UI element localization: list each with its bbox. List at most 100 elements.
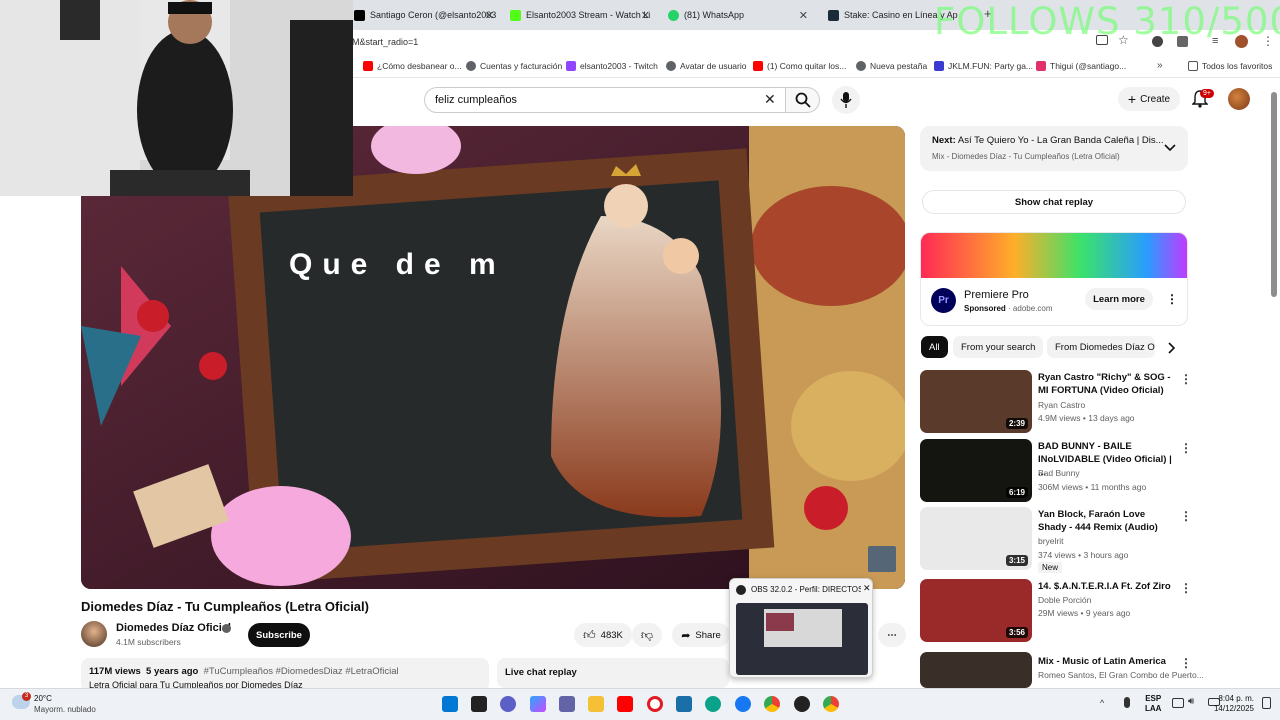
twitch-icon bbox=[566, 61, 576, 71]
dislike-button[interactable]: 👎︎ bbox=[632, 623, 662, 647]
microphone-tray-icon[interactable] bbox=[1124, 697, 1130, 708]
like-button[interactable]: 👍︎ 483K bbox=[574, 623, 632, 647]
video-title: Diomedes Díaz - Tu Cumpleaños (Letra Ofi… bbox=[81, 599, 369, 614]
youtube-app-icon[interactable] bbox=[617, 696, 633, 712]
learn-more-button[interactable]: Learn more bbox=[1085, 288, 1153, 310]
url-text[interactable]: M&start_radio=1 bbox=[352, 37, 418, 47]
teams-icon[interactable] bbox=[559, 696, 575, 712]
premiere-logo: Pr bbox=[931, 288, 956, 313]
instagram-icon bbox=[1036, 61, 1046, 71]
tab-santiago[interactable]: Santiago Ceron (@elsanto2003 ✕ bbox=[350, 4, 500, 26]
video-menu-icon[interactable]: ⋮ bbox=[1180, 656, 1192, 670]
ad-sponsor-line: Sponsored · adobe.com bbox=[964, 304, 1053, 313]
bookmark-item[interactable]: Thigui (@santiago... bbox=[1036, 61, 1126, 71]
recommended-title[interactable]: Yan Block, Faraón Love Shady - 444 Remix… bbox=[1038, 508, 1172, 534]
input-language[interactable]: ESP LAA bbox=[1145, 694, 1161, 714]
video-menu-icon[interactable]: ⋮ bbox=[1180, 441, 1192, 455]
video-thumbnail[interactable]: 2:39 bbox=[920, 370, 1032, 433]
ad-menu-icon[interactable]: ⋮ bbox=[1166, 292, 1178, 306]
video-stats: 117M views 5 years ago #TuCumpleaños #Di… bbox=[89, 666, 399, 677]
search-input[interactable]: feliz cumpleaños bbox=[424, 87, 786, 113]
video-menu-icon[interactable]: ⋮ bbox=[1180, 509, 1192, 523]
recommended-channel[interactable]: Bad Bunny bbox=[1038, 468, 1080, 478]
microphone-icon bbox=[840, 92, 852, 108]
kick-icon bbox=[510, 9, 521, 21]
video-thumbnail[interactable]: 3:56 bbox=[920, 579, 1032, 642]
chip-all[interactable]: All bbox=[921, 336, 948, 358]
weather-alert-badge: 3 bbox=[22, 692, 31, 701]
close-tab-icon[interactable]: ✕ bbox=[799, 9, 808, 22]
tab-whatsapp[interactable]: (81) WhatsApp ✕ bbox=[664, 4, 814, 26]
obs-preview-popup[interactable]: OBS 32.0.2 - Perfil: DIRECTOS KI... ✕ bbox=[729, 578, 873, 678]
more-icon: ⋯ bbox=[887, 629, 897, 641]
video-menu-icon[interactable]: ⋮ bbox=[1180, 372, 1192, 386]
webcam-overlay bbox=[0, 0, 353, 196]
chat-icon[interactable] bbox=[500, 696, 516, 712]
more-actions-button[interactable]: ⋯ bbox=[878, 623, 906, 647]
clear-search-icon[interactable]: ✕ bbox=[764, 91, 776, 108]
windows-taskbar bbox=[0, 688, 1280, 720]
opera-icon[interactable] bbox=[647, 696, 663, 712]
file-explorer-icon[interactable] bbox=[588, 696, 604, 712]
facebook-icon[interactable] bbox=[735, 696, 751, 712]
verified-icon bbox=[222, 624, 231, 633]
notification-badge: 9+ bbox=[1200, 89, 1214, 98]
store-icon[interactable] bbox=[676, 696, 692, 712]
bookmark-item[interactable]: JKLM.FUN: Party ga... bbox=[934, 61, 1033, 71]
clock[interactable]: 8:04 p. m. 14/12/2025 bbox=[1212, 694, 1254, 714]
youtube-icon bbox=[753, 61, 763, 71]
close-tab-icon[interactable]: ✕ bbox=[641, 9, 650, 22]
mix-thumbnail[interactable] bbox=[920, 652, 1032, 688]
follows-goal-overlay: FOLLOWS 310/500 bbox=[934, 0, 1280, 43]
bookmark-item[interactable]: Cuentas y facturación bbox=[466, 61, 562, 71]
more-bookmarks-icon[interactable]: » bbox=[1157, 60, 1163, 71]
obs-taskbar-icon[interactable] bbox=[794, 696, 810, 712]
recommended-title[interactable]: 14. $.A.N.T.E.R.I.A Ft. Zof Ziro bbox=[1038, 580, 1172, 593]
bookmark-item[interactable]: Nueva pestaña bbox=[856, 61, 927, 71]
recommended-title[interactable]: Mix - Music of Latin America bbox=[1038, 655, 1172, 668]
recommended-channel[interactable]: Doble Porción bbox=[1038, 595, 1091, 605]
close-tab-icon[interactable]: ✕ bbox=[485, 9, 494, 22]
weather-condition[interactable]: Mayorm. nublado bbox=[34, 705, 96, 714]
channel-avatar[interactable] bbox=[81, 621, 107, 647]
recommended-channel[interactable]: bryelrit bbox=[1038, 536, 1064, 546]
tab-kick-stream[interactable]: Elsanto2003 Stream - Watch Li ✕ bbox=[506, 4, 656, 26]
network-icon[interactable] bbox=[1172, 698, 1184, 708]
subscribe-button[interactable]: Subscribe bbox=[248, 623, 310, 647]
video-thumbnail[interactable]: 3:15 bbox=[920, 507, 1032, 570]
tray-chevron-icon[interactable]: ^ bbox=[1100, 698, 1104, 708]
page-scrollbar[interactable] bbox=[1271, 92, 1277, 297]
up-next-box[interactable] bbox=[920, 126, 1188, 171]
task-view-icon[interactable] bbox=[471, 696, 487, 712]
share-icon: ➦ bbox=[681, 629, 691, 642]
notification-center-icon[interactable] bbox=[1262, 697, 1271, 709]
share-button[interactable]: ➦ Share bbox=[672, 623, 730, 647]
chrome-profile-icon[interactable] bbox=[823, 696, 839, 712]
show-chat-replay-button[interactable]: Show chat replay bbox=[922, 190, 1186, 214]
chip-from-search[interactable]: From your search bbox=[953, 336, 1044, 358]
all-bookmarks-folder[interactable]: Todos los favoritos bbox=[1188, 61, 1272, 71]
chrome-icon[interactable] bbox=[764, 696, 780, 712]
account-avatar[interactable] bbox=[1228, 88, 1250, 110]
ad-card[interactable] bbox=[920, 232, 1188, 326]
windows-start-icon[interactable] bbox=[442, 696, 458, 712]
bookmark-item[interactable]: elsanto2003 - Twitch bbox=[566, 61, 658, 71]
weather-temp[interactable]: 20°C bbox=[34, 694, 52, 703]
close-icon[interactable]: ✕ bbox=[863, 583, 871, 594]
edge-icon[interactable] bbox=[705, 696, 721, 712]
recommended-channel[interactable]: Ryan Castro bbox=[1038, 400, 1085, 410]
video-menu-icon[interactable]: ⋮ bbox=[1180, 581, 1192, 595]
chip-from-channel[interactable]: From Diomedes Díaz Of bbox=[1047, 336, 1155, 358]
chevron-right-icon[interactable] bbox=[1168, 342, 1176, 354]
video-thumbnail[interactable]: 6:19 bbox=[920, 439, 1032, 502]
bookmark-item[interactable]: Avatar de usuario bbox=[666, 61, 746, 71]
volume-icon[interactable]: 🔊︎ bbox=[1188, 696, 1194, 707]
recommended-title[interactable]: Ryan Castro "Richy" & SOG - MI FORTUNA (… bbox=[1038, 371, 1172, 397]
copilot-icon[interactable] bbox=[530, 696, 546, 712]
bookmark-item[interactable]: ¿Cómo desbanear o... bbox=[363, 61, 462, 71]
bookmark-item[interactable]: (1) Como quitar los... bbox=[753, 61, 846, 71]
whatsapp-icon bbox=[668, 9, 679, 21]
create-button[interactable]: + Create bbox=[1118, 87, 1180, 111]
chevron-down-icon[interactable] bbox=[1164, 144, 1176, 152]
channel-name[interactable]: Diomedes Díaz Oficial bbox=[116, 622, 231, 634]
